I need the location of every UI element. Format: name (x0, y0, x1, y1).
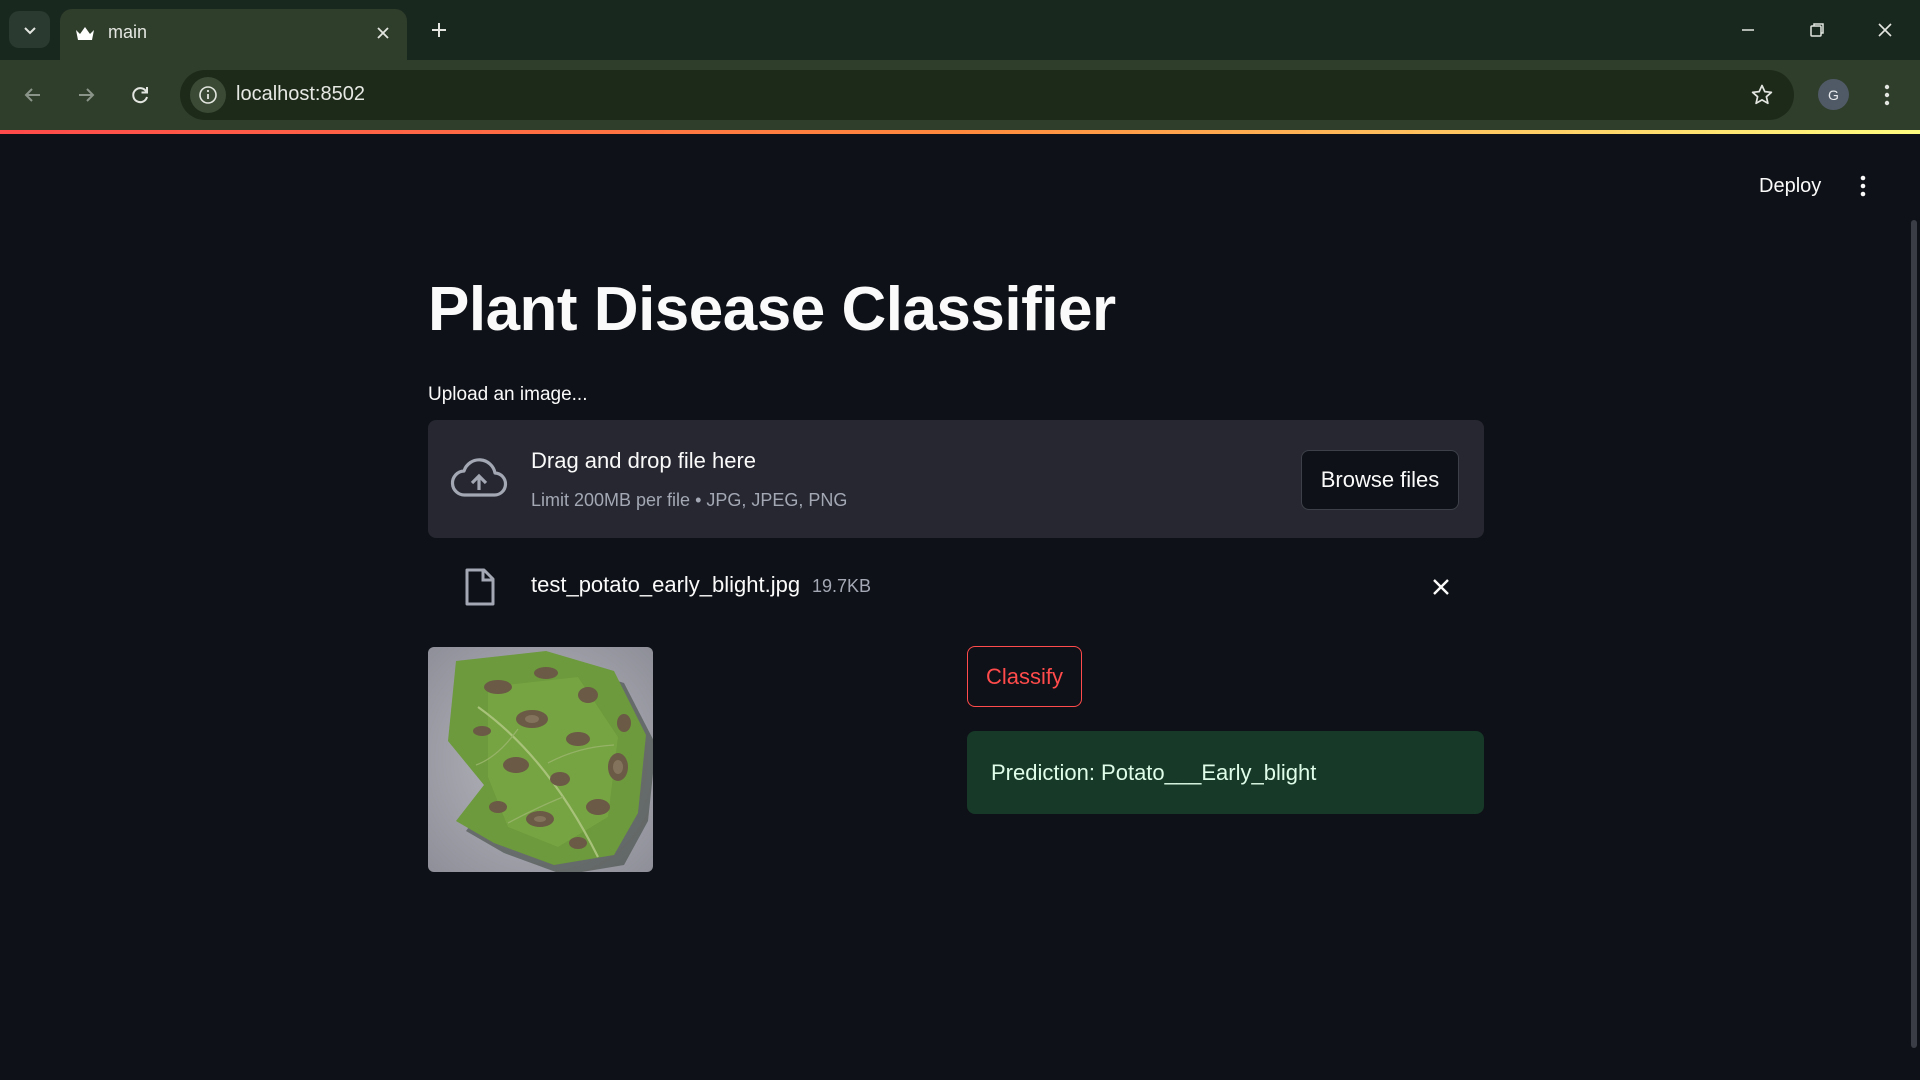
file-dropzone[interactable]: Drag and drop file here Limit 200MB per … (428, 420, 1484, 538)
tab-title: main (108, 22, 148, 42)
minimize-button[interactable] (1726, 10, 1770, 50)
uploaded-file-name: test_potato_early_blight.jpg (531, 572, 801, 597)
plus-icon (432, 23, 446, 37)
browser-tab-strip: main (0, 0, 1920, 60)
classify-button[interactable]: Classify (967, 646, 1082, 707)
profile-avatar[interactable]: G (1818, 79, 1849, 110)
new-tab-button[interactable] (423, 14, 455, 46)
restore-icon (1810, 23, 1824, 37)
browser-menu-button[interactable] (1872, 78, 1902, 112)
page-scrollbar[interactable] (1911, 220, 1917, 1048)
restore-button[interactable] (1795, 10, 1839, 50)
star-icon (1751, 84, 1773, 105)
forward-button[interactable] (67, 76, 105, 114)
streamlit-crown-icon (76, 27, 94, 40)
address-bar[interactable]: localhost:8502 (180, 70, 1794, 120)
cloud-upload-icon (450, 458, 508, 497)
remove-file-button[interactable] (1426, 572, 1456, 602)
site-info-button[interactable] (190, 77, 226, 113)
forward-arrow-icon (79, 88, 95, 102)
tab-close-button[interactable] (371, 21, 395, 45)
deploy-button[interactable]: Deploy (1745, 167, 1835, 205)
back-button[interactable] (14, 76, 52, 114)
browser-toolbar: localhost:8502 G (0, 60, 1920, 130)
minimize-icon (1742, 29, 1754, 31)
tab-search-button[interactable] (9, 11, 50, 48)
upload-label: Upload an image... (428, 384, 588, 405)
chevron-down-icon (23, 26, 36, 34)
prediction-result: Prediction: Potato___Early_blight (967, 731, 1484, 814)
page-title: Plant Disease Classifier (428, 275, 1116, 344)
close-window-button[interactable] (1863, 10, 1907, 50)
close-icon (1433, 579, 1449, 595)
streamlit-decoration-bar (0, 130, 1920, 134)
browser-tab[interactable]: main (60, 9, 407, 60)
info-icon (199, 86, 217, 104)
url-text: localhost:8502 (236, 83, 365, 105)
reload-icon (132, 87, 148, 104)
back-arrow-icon (24, 88, 40, 102)
kebab-menu-icon (1884, 84, 1890, 106)
app-main-menu-button[interactable] (1846, 167, 1880, 205)
uploaded-leaf-image (428, 647, 653, 872)
bookmark-button[interactable] (1748, 81, 1776, 109)
uploaded-file-size: 19.7KB (812, 576, 872, 596)
reload-button[interactable] (121, 76, 159, 114)
dropzone-title: Drag and drop file here (531, 448, 757, 473)
dropzone-limit-text: Limit 200MB per file • JPG, JPEG, PNG (531, 490, 848, 510)
file-icon (465, 568, 495, 606)
browse-files-button[interactable]: Browse files (1301, 450, 1459, 510)
close-icon (1878, 23, 1892, 37)
kebab-menu-icon (1860, 175, 1866, 197)
uploaded-file-row: test_potato_early_blight.jpg 19.7KB (428, 560, 1484, 610)
close-icon (377, 27, 389, 39)
